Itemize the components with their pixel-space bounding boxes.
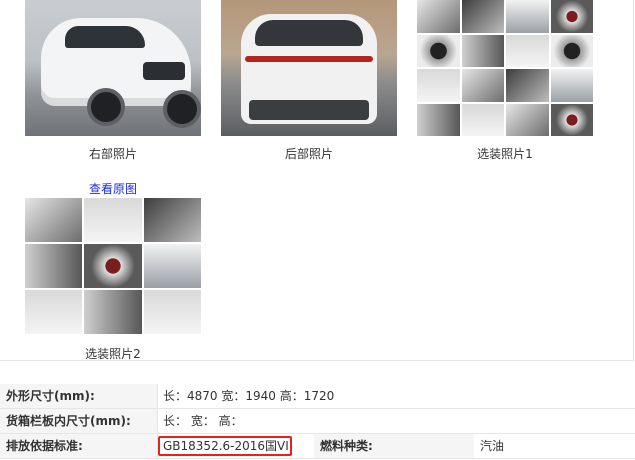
divider — [157, 409, 158, 433]
collage-cell — [461, 34, 504, 67]
photo-caption: 右部照片 — [88, 147, 137, 161]
car-grille — [143, 62, 185, 80]
collage-cell — [506, 34, 549, 67]
collage-cell — [143, 198, 201, 242]
car-window — [255, 20, 363, 46]
spec-label: 燃料种类: — [314, 434, 474, 458]
spec-value: 汽油 — [480, 439, 505, 453]
collage-cell — [550, 69, 593, 102]
view-original-link[interactable]: 查看原图 — [89, 180, 137, 197]
collage-cell — [550, 103, 593, 136]
collage-cell — [417, 34, 460, 67]
spec-row-dimensions: 外形尺寸(mm): 长：4870 宽：1940 高：1720 — [0, 384, 635, 409]
collage-cell — [417, 103, 460, 136]
rear-photo[interactable] — [221, 0, 397, 136]
photo-caption: 选装照片1 — [477, 147, 533, 161]
collage-cell — [417, 69, 460, 102]
collage-cell — [25, 198, 83, 242]
collage-cell — [84, 290, 142, 334]
spec-label: 外形尺寸(mm): — [0, 384, 157, 408]
car-taillight — [245, 56, 373, 62]
collage-grid — [25, 198, 201, 334]
photo-caption: 后部照片 — [284, 147, 333, 161]
collage-cell — [84, 198, 142, 242]
collage-cell — [417, 0, 460, 33]
emission-highlight-box — [158, 436, 292, 456]
right-side-photo[interactable] — [25, 0, 201, 136]
collage-cell — [506, 103, 549, 136]
collage-cell — [461, 69, 504, 102]
collage-cell — [506, 69, 549, 102]
spec-value: 长：4870 宽：1940 高：1720 — [163, 389, 335, 403]
collage-grid — [417, 0, 593, 136]
spec-label: 货箱栏板内尺寸(mm): — [0, 409, 157, 433]
spec-value: 长： 宽： 高： — [163, 414, 243, 428]
spec-row-cargo-box: 货箱栏板内尺寸(mm): 长： 宽： 高： — [0, 409, 635, 434]
collage-cell — [25, 290, 83, 334]
collage-cell — [506, 0, 549, 33]
photo-gallery: 右部照片 后部照片 选装照片1 查看原图 选装照片2 — [0, 0, 634, 361]
collage-cell — [84, 244, 142, 288]
car-wheel — [87, 88, 125, 126]
option-photo-1[interactable] — [417, 0, 593, 136]
car-bumper — [249, 100, 369, 120]
spec-row-emission: 排放依据标准: GB18352.6-2016国VI 燃料种类: 汽油 — [0, 434, 635, 459]
collage-cell — [25, 244, 83, 288]
collage-cell — [461, 0, 504, 33]
collage-cell — [143, 244, 201, 288]
photo-caption: 选装照片2 — [85, 347, 141, 361]
spec-label: 排放依据标准: — [0, 434, 157, 458]
collage-cell — [550, 0, 593, 33]
collage-cell — [143, 290, 201, 334]
divider — [157, 384, 158, 408]
collage-cell — [461, 103, 504, 136]
option-photo-2[interactable] — [25, 198, 201, 334]
collage-cell — [550, 34, 593, 67]
car-wheel — [163, 90, 201, 128]
car-window — [65, 26, 145, 48]
